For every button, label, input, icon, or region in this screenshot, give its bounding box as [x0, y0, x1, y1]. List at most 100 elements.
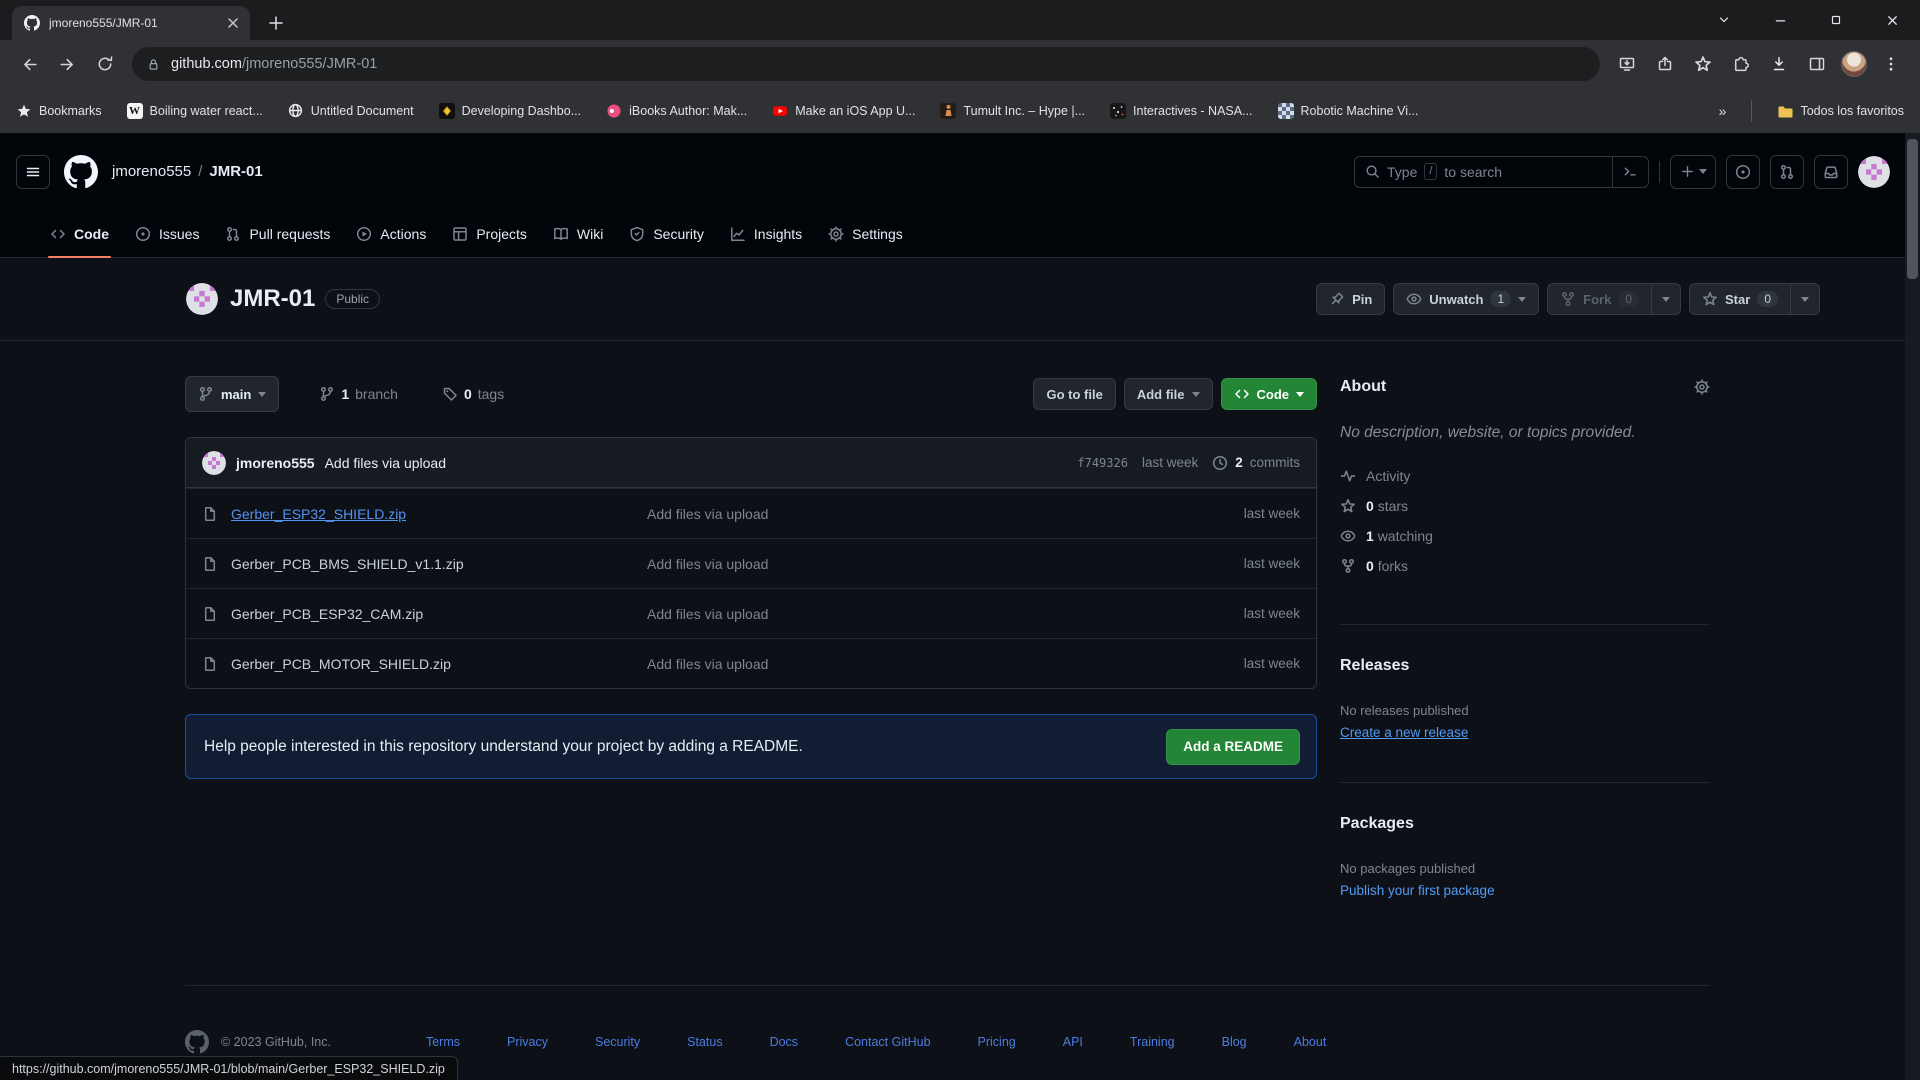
star-dropdown-button[interactable]: [1791, 283, 1820, 315]
bookmark-item[interactable]: Robotic Machine Vi...: [1278, 103, 1419, 119]
file-row[interactable]: Gerber_PCB_ESP32_CAM.zip Add files via u…: [186, 588, 1316, 638]
tab-insights[interactable]: Insights: [717, 210, 815, 258]
tab-security[interactable]: Security: [616, 210, 717, 258]
back-button[interactable]: [12, 47, 46, 81]
minimize-button[interactable]: [1752, 0, 1808, 40]
tab-issues[interactable]: Issues: [122, 210, 212, 258]
file-link[interactable]: Gerber_PCB_BMS_SHIELD_v1.1.zip: [231, 556, 464, 572]
bookmark-item[interactable]: Make an iOS App U...: [772, 103, 915, 119]
file-commit-time[interactable]: last week: [1244, 556, 1300, 571]
fork-button[interactable]: Fork 0: [1547, 283, 1652, 315]
side-panel-icon[interactable]: [1800, 47, 1834, 81]
commit-sha[interactable]: f749326: [1077, 456, 1128, 470]
tab-projects[interactable]: Projects: [439, 210, 540, 258]
branches-link[interactable]: 1 branch: [319, 386, 398, 402]
tab-close-icon[interactable]: [224, 14, 242, 32]
code-button[interactable]: Code: [1221, 378, 1318, 410]
fork-dropdown-button[interactable]: [1652, 283, 1681, 315]
activity-link[interactable]: Activity: [1340, 468, 1710, 484]
install-app-icon[interactable]: [1610, 47, 1644, 81]
maximize-button[interactable]: [1808, 0, 1864, 40]
search-input[interactable]: Type / to search: [1354, 156, 1649, 188]
breadcrumb-user[interactable]: jmoreno555: [112, 163, 191, 180]
footer-link-terms[interactable]: Terms: [426, 1035, 460, 1049]
tab-search-icon[interactable]: [1696, 0, 1752, 40]
star-button[interactable]: Star 0: [1689, 283, 1791, 315]
go-to-file-button[interactable]: Go to file: [1033, 378, 1115, 410]
file-commit-time[interactable]: last week: [1244, 606, 1300, 621]
forward-button[interactable]: [50, 47, 84, 81]
stars-link[interactable]: 0 stars: [1340, 498, 1710, 514]
page-scrollbar[interactable]: [1905, 133, 1920, 1080]
reload-button[interactable]: [88, 47, 122, 81]
footer-link-blog[interactable]: Blog: [1222, 1035, 1247, 1049]
footer-link-contact[interactable]: Contact GitHub: [845, 1035, 930, 1049]
url-bar[interactable]: github.com/jmoreno555/JMR-01: [132, 47, 1600, 81]
publish-package-link[interactable]: Publish your first package: [1340, 883, 1710, 898]
inbox-button[interactable]: [1814, 155, 1848, 189]
watching-link[interactable]: 1 watching: [1340, 528, 1710, 544]
footer-link-privacy[interactable]: Privacy: [507, 1035, 548, 1049]
unwatch-button[interactable]: Unwatch 1: [1393, 283, 1539, 315]
bookmark-all-favorites[interactable]: Todos los favoritos: [1777, 103, 1904, 119]
commit-message[interactable]: Add files via upload: [325, 455, 446, 471]
bookmark-item[interactable]: Interactives - NASA...: [1110, 103, 1252, 119]
add-readme-button[interactable]: Add a README: [1166, 729, 1300, 765]
forks-link[interactable]: 0 forks: [1340, 558, 1710, 574]
file-commit-message[interactable]: Add files via upload: [647, 556, 1244, 572]
file-commit-time[interactable]: last week: [1244, 656, 1300, 671]
footer-link-docs[interactable]: Docs: [770, 1035, 798, 1049]
extensions-puzzle-icon[interactable]: [1724, 47, 1758, 81]
branch-selector[interactable]: main: [185, 376, 279, 412]
file-link[interactable]: Gerber_ESP32_SHIELD.zip: [231, 506, 406, 522]
add-file-button[interactable]: Add file: [1124, 378, 1213, 410]
bookmark-item[interactable]: W Boiling water react...: [127, 103, 263, 119]
bookmarks-overflow-chevron[interactable]: »: [1719, 103, 1727, 119]
bookmark-item[interactable]: iBooks Author: Mak...: [606, 103, 747, 119]
tab-pull-requests[interactable]: Pull requests: [212, 210, 343, 258]
file-commit-message[interactable]: Add files via upload: [647, 606, 1244, 622]
footer-link-training[interactable]: Training: [1130, 1035, 1175, 1049]
breadcrumb-repo[interactable]: JMR-01: [209, 163, 262, 180]
file-row[interactable]: Gerber_ESP32_SHIELD.zip Add files via up…: [186, 488, 1316, 538]
file-row[interactable]: Gerber_PCB_BMS_SHIELD_v1.1.zip Add files…: [186, 538, 1316, 588]
browser-menu-kebab-icon[interactable]: [1874, 47, 1908, 81]
file-row[interactable]: Gerber_PCB_MOTOR_SHIELD.zip Add files vi…: [186, 638, 1316, 688]
downloads-icon[interactable]: [1762, 47, 1796, 81]
file-commit-message[interactable]: Add files via upload: [647, 506, 1244, 522]
repo-avatar[interactable]: [186, 283, 218, 315]
browser-profile-avatar[interactable]: [1841, 51, 1867, 77]
commit-author[interactable]: jmoreno555: [236, 455, 315, 471]
footer-link-about[interactable]: About: [1294, 1035, 1327, 1049]
file-commit-time[interactable]: last week: [1244, 506, 1300, 521]
repo-name[interactable]: JMR-01: [230, 285, 315, 313]
tab-settings[interactable]: Settings: [815, 210, 916, 258]
command-palette-icon[interactable]: [1612, 157, 1648, 187]
tab-code[interactable]: Code: [37, 210, 122, 258]
github-logo[interactable]: [64, 155, 98, 189]
scrollbar-thumb[interactable]: [1907, 139, 1918, 279]
user-avatar[interactable]: [1858, 156, 1890, 188]
hamburger-menu-button[interactable]: [16, 155, 50, 189]
file-commit-message[interactable]: Add files via upload: [647, 656, 1244, 672]
commit-history-link[interactable]: 2 commits: [1212, 455, 1300, 471]
bookmark-item[interactable]: Tumult Inc. – Hype |...: [940, 103, 1085, 119]
lock-icon[interactable]: [146, 57, 161, 72]
pull-requests-button[interactable]: [1770, 155, 1804, 189]
footer-link-security[interactable]: Security: [595, 1035, 640, 1049]
commit-author-avatar[interactable]: [202, 451, 226, 475]
bookmark-manager[interactable]: Bookmarks: [16, 103, 102, 119]
file-link[interactable]: Gerber_PCB_ESP32_CAM.zip: [231, 606, 423, 622]
pin-button[interactable]: Pin: [1316, 283, 1385, 315]
new-tab-button[interactable]: [262, 9, 290, 37]
create-release-link[interactable]: Create a new release: [1340, 725, 1710, 740]
issues-button[interactable]: [1726, 155, 1760, 189]
bookmark-item[interactable]: Developing Dashbo...: [439, 103, 582, 119]
close-window-button[interactable]: [1864, 0, 1920, 40]
file-link[interactable]: Gerber_PCB_MOTOR_SHIELD.zip: [231, 656, 451, 672]
share-icon[interactable]: [1648, 47, 1682, 81]
browser-tab[interactable]: jmoreno555/JMR-01: [12, 6, 250, 40]
footer-link-api[interactable]: API: [1063, 1035, 1083, 1049]
bookmark-star-icon[interactable]: [1686, 47, 1720, 81]
footer-link-status[interactable]: Status: [687, 1035, 722, 1049]
